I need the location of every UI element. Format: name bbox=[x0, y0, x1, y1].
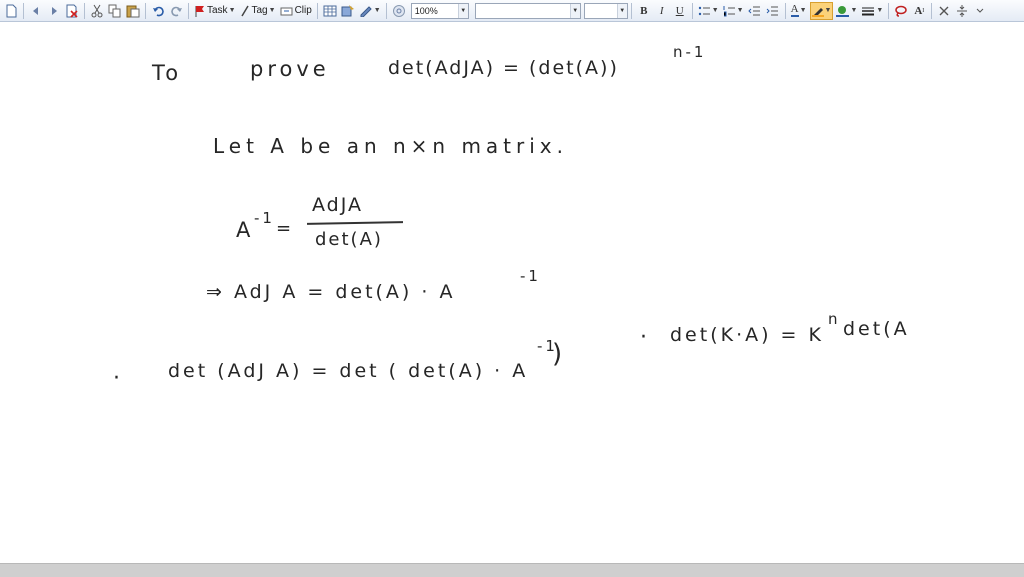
pen-color-button[interactable]: ▼ bbox=[835, 2, 858, 20]
superscript-label: A bbox=[914, 4, 923, 17]
page-icon[interactable] bbox=[3, 2, 19, 20]
chevron-down-icon: ▼ bbox=[616, 3, 627, 18]
link-icon[interactable] bbox=[391, 2, 407, 20]
bullet-list-icon[interactable]: ▼ bbox=[697, 2, 720, 20]
chevron-down-icon: ▼ bbox=[268, 7, 276, 14]
font-color-button[interactable]: A ▼ bbox=[790, 2, 808, 20]
note-fraction-denominator: det(A) bbox=[315, 229, 383, 250]
line-style-button[interactable]: ▼ bbox=[860, 2, 884, 20]
toolbar-divider bbox=[385, 2, 387, 19]
task-button[interactable]: Task ▼ bbox=[193, 2, 237, 20]
paste-icon[interactable] bbox=[125, 2, 141, 20]
note-bullet: · bbox=[113, 366, 124, 391]
horizontal-scrollbar[interactable] bbox=[0, 563, 1024, 577]
task-label: Task bbox=[207, 5, 228, 16]
clip-label: Clip bbox=[294, 5, 312, 16]
chevron-down-icon: ▼ bbox=[876, 7, 884, 14]
note-adj-equation: ⇒ AdJ A = det(A) · A bbox=[206, 281, 456, 303]
font-size-select[interactable]: ▼ bbox=[583, 2, 628, 19]
font-family-select[interactable]: ▼ bbox=[474, 2, 581, 19]
close-icon[interactable] bbox=[936, 2, 952, 20]
pen-tool-icon[interactable]: ▼ bbox=[358, 2, 382, 20]
insert-space-icon[interactable] bbox=[954, 2, 970, 20]
redo-icon[interactable] bbox=[168, 2, 184, 20]
note-equals: = bbox=[276, 218, 296, 239]
toolbar: Task ▼ Tag ▼ Clip ▼ 100% ▼ ▼ ▼ B I U ▼ ▼… bbox=[0, 0, 1024, 22]
note-det-adj-close: ) bbox=[552, 339, 567, 369]
chevron-down-icon: ▼ bbox=[799, 7, 807, 14]
toolbar-divider bbox=[784, 2, 786, 19]
delete-page-icon[interactable] bbox=[64, 2, 80, 20]
note-det-adj: det (AdJ A) = det ( det(A) · A bbox=[168, 360, 529, 382]
note-let-a: Let A be an n×n matrix. bbox=[213, 134, 568, 158]
fraction-bar bbox=[306, 221, 404, 225]
note-fraction-numerator: AdJA bbox=[312, 194, 363, 216]
toolbar-divider bbox=[931, 2, 933, 19]
undo-icon[interactable] bbox=[150, 2, 166, 20]
chevron-down-icon: ▼ bbox=[711, 7, 719, 14]
toolbar-divider bbox=[630, 2, 632, 19]
chevron-down-icon: ▼ bbox=[457, 3, 468, 18]
more-icon[interactable] bbox=[972, 2, 988, 20]
chevron-down-icon: ▼ bbox=[736, 7, 744, 14]
zoom-value: 100% bbox=[414, 5, 438, 16]
chevron-down-icon: ▼ bbox=[569, 3, 580, 18]
tag-label: Tag bbox=[251, 5, 268, 16]
note-canvas[interactable]: To prove det(AdJA) = (det(A)) n-1 Let A … bbox=[0, 23, 1024, 563]
font-color-label: A bbox=[790, 3, 799, 17]
toolbar-divider bbox=[188, 2, 189, 19]
toolbar-divider bbox=[316, 2, 318, 19]
decrease-indent-icon[interactable] bbox=[747, 2, 763, 20]
note-adj-exponent: -1 bbox=[520, 267, 541, 285]
numbered-list-icon[interactable]: ▼ bbox=[722, 2, 745, 20]
underline-button[interactable]: U bbox=[672, 2, 688, 20]
toolbar-divider bbox=[23, 2, 24, 19]
note-a-inverse: A bbox=[236, 218, 255, 242]
chevron-down-icon: ▼ bbox=[850, 7, 858, 14]
italic-button[interactable]: I bbox=[654, 2, 670, 20]
note-prove: prove bbox=[250, 57, 330, 81]
highlighter-button[interactable]: ▼ bbox=[809, 1, 834, 20]
tag-button[interactable]: Tag ▼ bbox=[239, 2, 277, 20]
toolbar-divider bbox=[888, 2, 890, 19]
note-a-inverse-exponent: -1 bbox=[254, 209, 275, 227]
forward-icon[interactable] bbox=[46, 2, 62, 20]
note-goal-expression: det(AdJA) = (det(A)) bbox=[388, 57, 619, 79]
note-bullet: · bbox=[640, 325, 651, 350]
note-to: To bbox=[152, 61, 183, 85]
note-scalar-property: det(K·A) = K bbox=[670, 324, 824, 346]
copy-icon[interactable] bbox=[107, 2, 123, 20]
bold-button[interactable]: B bbox=[636, 2, 652, 20]
table-icon[interactable] bbox=[322, 2, 338, 20]
zoom-select[interactable]: 100% ▼ bbox=[410, 2, 469, 19]
toolbar-divider bbox=[145, 2, 146, 19]
chevron-down-icon: ▼ bbox=[373, 7, 381, 14]
toolbar-divider bbox=[84, 2, 85, 19]
note-goal-exponent: n-1 bbox=[673, 43, 707, 61]
increase-indent-icon[interactable] bbox=[765, 2, 781, 20]
toolbar-divider bbox=[691, 2, 693, 19]
back-icon[interactable] bbox=[28, 2, 44, 20]
note-scalar-exponent: n bbox=[828, 310, 841, 328]
lasso-icon[interactable] bbox=[893, 2, 909, 20]
cut-icon[interactable] bbox=[89, 2, 105, 20]
attach-icon[interactable] bbox=[340, 2, 356, 20]
chevron-down-icon: ▼ bbox=[228, 7, 236, 14]
chevron-down-icon: ▼ bbox=[824, 7, 832, 14]
superscript-button[interactable]: AI bbox=[911, 2, 927, 20]
clip-button[interactable]: Clip bbox=[279, 2, 313, 20]
note-scalar-tail: det(A bbox=[843, 318, 910, 340]
